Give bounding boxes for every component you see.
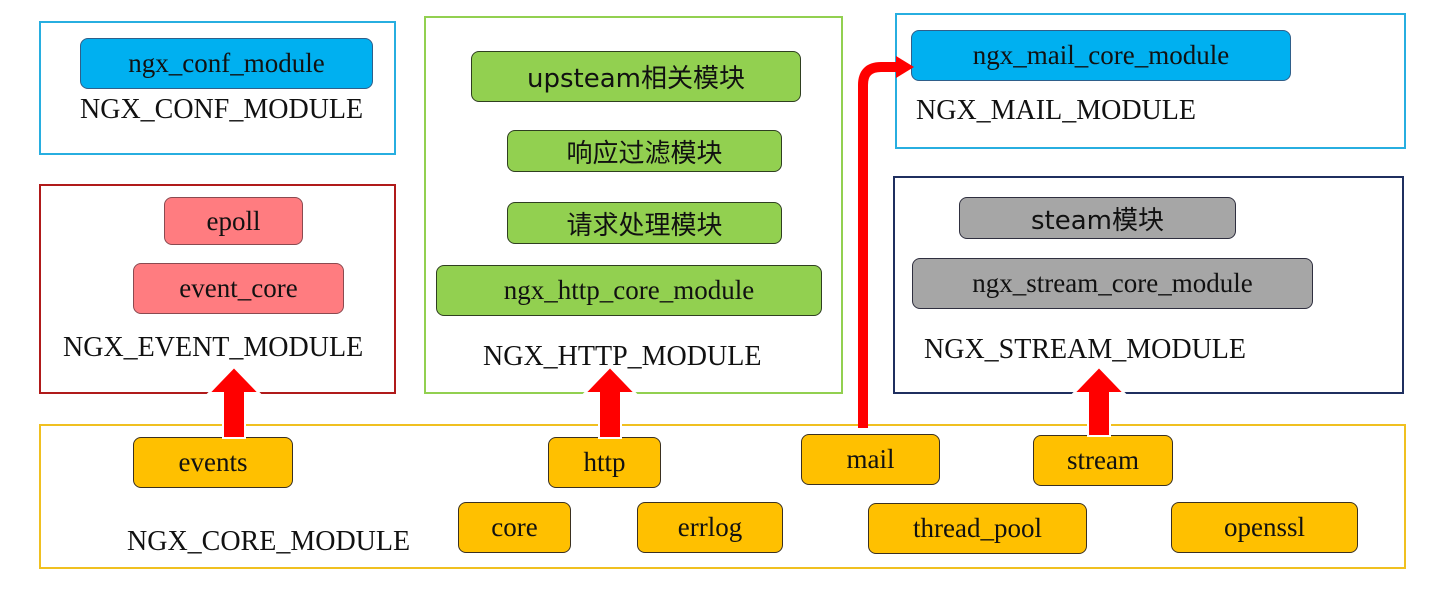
node-mail[interactable]: mail — [801, 434, 940, 485]
node-core[interactable]: core — [458, 502, 571, 553]
label-mail-module: NGX_MAIL_MODULE — [916, 95, 1196, 126]
node-http[interactable]: http — [548, 437, 661, 488]
node-openssl[interactable]: openssl — [1171, 502, 1358, 553]
node-request-handler-modules[interactable]: 请求处理模块 — [507, 202, 782, 244]
node-events[interactable]: events — [133, 437, 293, 488]
node-epoll[interactable]: epoll — [164, 197, 303, 245]
node-ngx-conf-module[interactable]: ngx_conf_module — [80, 38, 373, 89]
node-response-filter-modules[interactable]: 响应过滤模块 — [507, 130, 782, 172]
node-errlog[interactable]: errlog — [637, 502, 783, 553]
label-conf-module: NGX_CONF_MODULE — [80, 94, 364, 125]
node-event-core[interactable]: event_core — [133, 263, 344, 314]
label-http-module: NGX_HTTP_MODULE — [483, 341, 762, 372]
node-thread-pool[interactable]: thread_pool — [868, 503, 1087, 554]
label-event-module: NGX_EVENT_MODULE — [63, 332, 364, 363]
node-ngx-http-core-module[interactable]: ngx_http_core_module — [436, 265, 822, 316]
node-ngx-stream-core-module[interactable]: ngx_stream_core_module — [912, 258, 1313, 309]
node-stream[interactable]: stream — [1033, 435, 1173, 486]
node-upstream-modules[interactable]: upsteam相关模块 — [471, 51, 801, 102]
label-core-module: NGX_CORE_MODULE — [127, 526, 411, 557]
node-ngx-mail-core-module[interactable]: ngx_mail_core_module — [911, 30, 1291, 81]
label-stream-module: NGX_STREAM_MODULE — [924, 334, 1246, 365]
node-steam-modules[interactable]: steam模块 — [959, 197, 1236, 239]
